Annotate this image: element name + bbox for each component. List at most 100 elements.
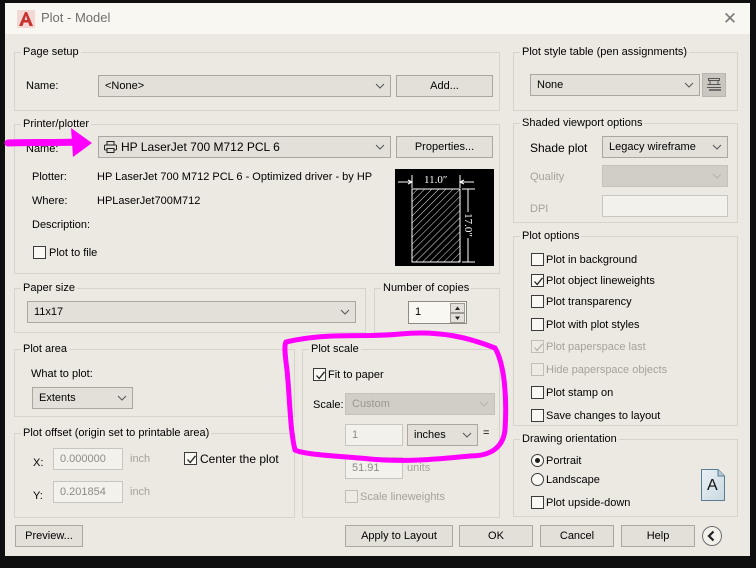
offset-y-unit: inch [130,486,151,498]
cancel-button[interactable]: Cancel [540,525,614,547]
scale-drawing-input[interactable]: 51.91 [345,457,403,479]
arrow-up-icon [455,306,460,310]
dpi-label: DPI [530,203,549,215]
printer-name-dropdown[interactable]: HP LaserJet 700 M712 PCL 6 [98,136,391,158]
apply-to-layout-button[interactable]: Apply to Layout [345,525,453,547]
checkmark-icon [316,371,326,380]
copies-decrement-button[interactable] [450,313,465,323]
close-button[interactable]: ✕ [718,7,742,31]
preview-button[interactable]: Preview... [15,525,83,547]
plot-option-label[interactable]: Plot in background [546,253,637,267]
plot-option-label[interactable]: Save changes to layout [546,409,660,423]
offset-y-input[interactable]: 0.201854 [53,481,123,503]
plot-option-checkbox[interactable] [531,318,544,331]
what-to-plot-label: What to plot: [31,368,93,380]
plot-style-table-dropdown[interactable]: None [530,74,700,96]
printer-name-value: HP LaserJet 700 M712 PCL 6 [121,140,280,154]
scale-equals: = [483,427,490,439]
plot-option-label[interactable]: Plot transparency [546,295,632,309]
plot-option-label[interactable]: Plot paperspace last [546,340,646,354]
center-plot-checkbox[interactable] [184,452,197,465]
plot-offset-label: Plot offset (origin set to printable are… [21,426,212,440]
fit-to-paper-label[interactable]: Fit to paper [328,368,384,382]
plot-option-checkbox[interactable] [531,295,544,308]
what-to-plot-dropdown[interactable]: Extents [32,387,133,409]
offset-x-unit: inch [130,453,151,465]
paper-preview: 11.0″ 17.0″ [395,169,494,266]
collapse-options-button[interactable] [702,526,722,546]
portrait-radio[interactable] [531,454,544,467]
scale-lineweights-label[interactable]: Scale lineweights [360,490,445,504]
shaded-viewport-group: Shaded viewport options Shade plot Legac… [513,116,738,223]
fit-to-paper-checkbox[interactable] [313,368,326,381]
offset-x-input[interactable]: 0.000000 [53,448,123,470]
landscape-radio[interactable] [531,473,544,486]
checkmark-icon [187,455,197,464]
dpi-input[interactable] [602,195,728,217]
plotter-value: HP LaserJet 700 M712 PCL 6 - Optimized d… [97,171,373,183]
shade-plot-dropdown[interactable]: Legacy wireframe [602,136,728,158]
copies-group: Number of copies 1 [374,281,500,333]
plot-option-checkbox[interactable] [531,409,544,422]
page-setup-name-label: Name: [26,80,59,92]
scale-lineweights-checkbox[interactable] [345,490,358,503]
plot-upside-down-label[interactable]: Plot upside-down [546,496,630,510]
scale-paper-input[interactable]: 1 [345,424,403,446]
landscape-label[interactable]: Landscape [546,473,600,487]
plot-option-checkbox[interactable] [531,340,544,353]
chevron-down-icon [712,144,722,150]
add-page-setup-button[interactable]: Add... [396,75,493,97]
paper-size-label: Paper size [21,281,77,295]
plot-area-group: Plot area What to plot: Extents [14,342,295,417]
plot-to-file-checkbox[interactable] [33,246,46,259]
plot-option-checkbox[interactable] [531,363,544,376]
title-bar: Plot - Model ✕ [5,3,750,34]
ok-button[interactable]: OK [459,525,533,547]
autocad-logo-icon [17,10,35,28]
scale-unit-dropdown[interactable]: inches [407,424,478,446]
paper-size-value: 11x17 [34,306,64,318]
drawing-orientation-group: Drawing orientation Portrait Landscape P… [513,432,738,517]
pen-assignment-icon [707,78,721,91]
offset-x-label: X: [33,457,44,469]
paper-size-dropdown[interactable]: 11x17 [27,301,356,323]
page-setup-name-dropdown[interactable]: <None> [98,75,391,97]
shade-plot-label: Shade plot [530,141,588,155]
chevron-down-icon [117,395,127,401]
plot-option-checkbox[interactable] [531,386,544,399]
orientation-preview-letter: A [707,477,718,494]
plot-options-label: Plot options [520,229,582,243]
plot-to-file-label[interactable]: Plot to file [49,246,97,260]
help-button[interactable]: Help [621,525,695,547]
copies-increment-button[interactable] [450,303,465,313]
copies-value[interactable]: 1 [415,306,421,318]
printer-properties-button[interactable]: Properties... [396,136,493,158]
quality-dropdown[interactable] [602,165,728,187]
portrait-label[interactable]: Portrait [546,454,581,468]
plot-style-table-value: None [537,79,564,91]
plot-option-checkbox[interactable] [531,253,544,266]
plot-offset-group: Plot offset (origin set to printable are… [14,426,295,518]
plot-upside-down-checkbox[interactable] [531,496,544,509]
page-setup-name-value: <None> [105,80,145,92]
plot-option-checkbox[interactable] [531,274,544,287]
plot-option-label[interactable]: Plot object lineweights [546,274,655,288]
page-setup-label: Page setup [21,45,81,59]
scale-dropdown[interactable]: Custom [345,393,495,415]
chevron-down-icon [375,144,385,150]
quality-label: Quality [530,171,565,183]
shade-plot-value: Legacy wireframe [609,141,696,153]
copies-label: Number of copies [381,281,472,295]
plot-style-table-group: Plot style table (pen assignments) None [513,45,738,111]
plot-option-label[interactable]: Plot stamp on [546,386,613,400]
plot-option-label[interactable]: Hide paperspace objects [546,363,667,377]
chevron-down-icon [375,83,385,89]
center-plot-label[interactable]: Center the plot [200,452,279,466]
paper-width-label: 11.0″ [423,174,449,186]
what-to-plot-value: Extents [39,392,76,404]
plot-option-label[interactable]: Plot with plot styles [546,318,640,332]
edit-plot-style-button[interactable] [702,73,726,97]
page-setup-group: Page setup Name: <None> Add... [14,45,500,111]
plot-scale-group: Plot scale Fit to paper Scale: Custom 1 … [302,342,500,518]
copies-stepper[interactable]: 1 [408,301,467,324]
